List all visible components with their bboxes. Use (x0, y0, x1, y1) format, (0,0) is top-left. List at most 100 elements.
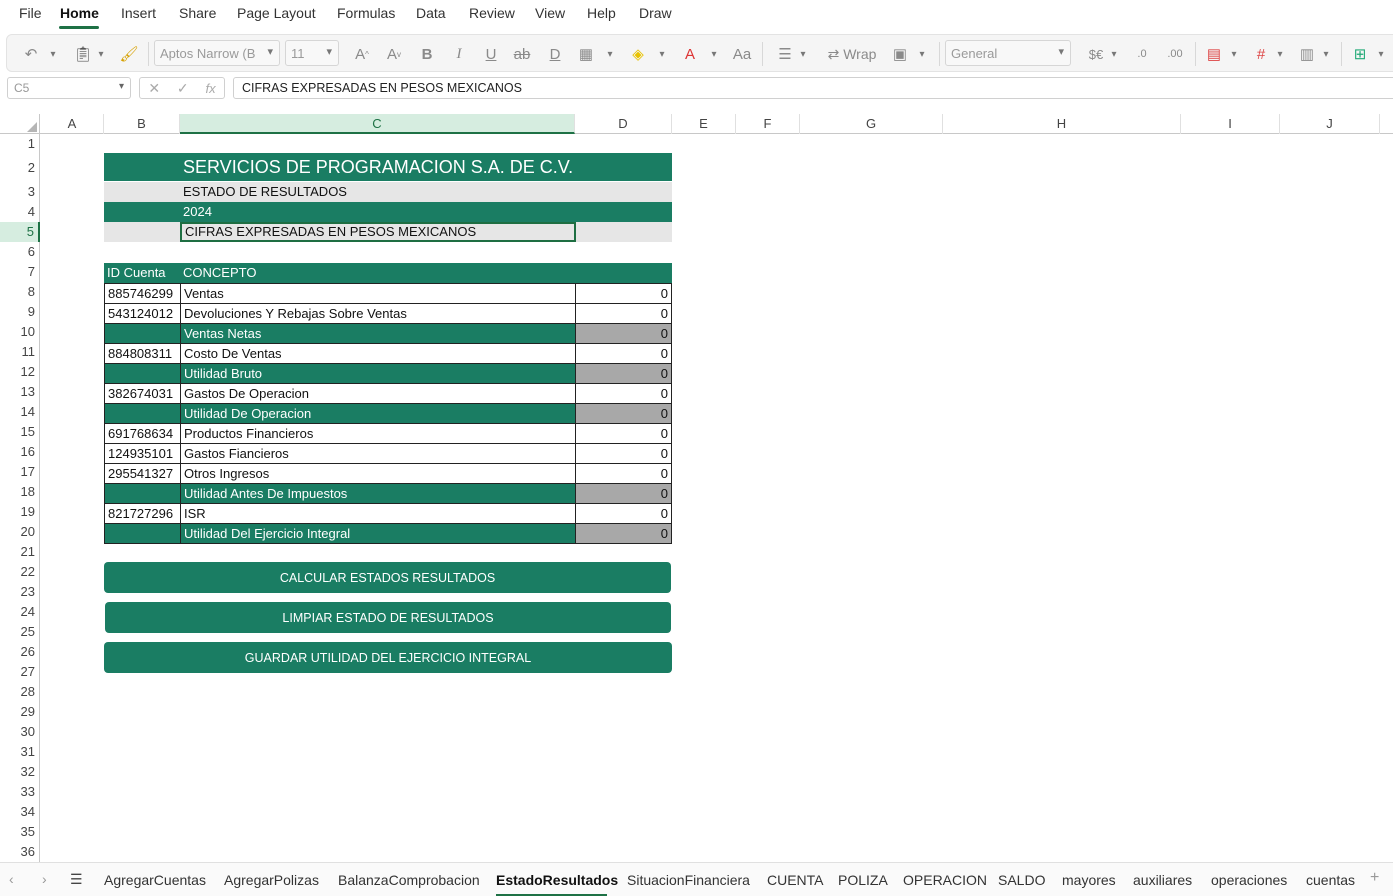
decrease-decimal-icon[interactable]: .0 (1129, 44, 1155, 64)
sheet-tab-poliza[interactable]: POLIZA (838, 872, 888, 888)
format-table-dropdown-icon[interactable]: ▾ (1274, 44, 1286, 64)
increase-decimal-icon[interactable]: .00 (1162, 44, 1188, 64)
menu-review[interactable]: Review (469, 5, 515, 21)
amount-cell[interactable]: 0 (575, 303, 672, 324)
header-band-cell[interactable] (104, 182, 180, 202)
account-id-cell[interactable]: 543124012 (104, 303, 181, 324)
currency-icon[interactable]: $€ (1085, 44, 1107, 64)
merge-dropdown-icon[interactable]: ▾ (916, 44, 928, 64)
sheet-tab-cuentas[interactable]: cuentas (1306, 872, 1355, 888)
menu-view[interactable]: View (535, 5, 565, 21)
statement-title-cell[interactable]: ESTADO DE RESULTADOS (180, 182, 672, 202)
account-id-cell[interactable] (104, 523, 181, 544)
row-header[interactable]: 30 (0, 722, 40, 742)
font-size-select[interactable]: 11 ▾ (285, 40, 339, 66)
row-header[interactable]: 32 (0, 762, 40, 782)
subtotal-concept-cell[interactable]: Ventas Netas (180, 323, 576, 344)
concept-cell[interactable]: Otros Ingresos (180, 463, 576, 484)
header-band-cell[interactable] (104, 202, 180, 222)
account-id-cell[interactable]: 382674031 (104, 383, 181, 404)
insert-function-icon[interactable]: fx (205, 81, 215, 96)
row-header[interactable]: 7 (0, 262, 40, 282)
account-id-cell[interactable] (104, 403, 181, 424)
concept-cell[interactable]: Ventas (180, 283, 576, 304)
column-header[interactable]: E (672, 114, 736, 134)
menu-formulas[interactable]: Formulas (337, 5, 395, 21)
borders-icon[interactable]: ▦ (575, 44, 597, 64)
merge-icon[interactable]: ▣ (889, 44, 911, 64)
conditional-format-icon[interactable]: ▤ (1203, 44, 1225, 64)
calculate-results-button[interactable]: CALCULAR ESTADOS RESULTADOS (104, 562, 671, 593)
company-name-cell[interactable]: SERVICIOS DE PROGRAMACION S.A. DE C.V. (180, 153, 672, 181)
paste-dropdown-icon[interactable]: ▾ (95, 44, 107, 64)
add-sheet-icon[interactable]: + (1370, 869, 1379, 887)
column-header[interactable]: F (736, 114, 800, 134)
row-header[interactable]: 31 (0, 742, 40, 762)
subtotal-amount-cell[interactable]: 0 (575, 403, 672, 424)
row-header[interactable]: 27 (0, 662, 40, 682)
column-header[interactable]: B (104, 114, 180, 134)
row-header[interactable]: 25 (0, 622, 40, 642)
undo-icon[interactable]: ↶ (21, 44, 41, 64)
column-header[interactable]: H (943, 114, 1181, 134)
concepto-header[interactable]: CONCEPTO (180, 263, 672, 283)
strikethrough-icon[interactable]: ab (512, 44, 532, 64)
sheet-tab-operaciones[interactable]: operaciones (1211, 872, 1287, 888)
formula-input[interactable]: CIFRAS EXPRESADAS EN PESOS MEXICANOS (233, 77, 1393, 99)
subtotal-concept-cell[interactable]: Utilidad De Operacion (180, 403, 576, 424)
borders-dropdown-icon[interactable]: ▾ (604, 44, 616, 64)
column-header-selected[interactable]: C (180, 114, 575, 134)
row-header[interactable]: 6 (0, 242, 40, 262)
row-header[interactable]: 36 (0, 842, 40, 862)
account-id-cell[interactable] (104, 483, 181, 504)
account-id-cell[interactable] (104, 323, 181, 344)
cell-styles-dropdown-icon[interactable]: ▾ (1320, 44, 1332, 64)
row-header[interactable]: 23 (0, 582, 40, 602)
format-table-icon[interactable]: # (1250, 44, 1272, 64)
fill-color-icon[interactable]: ◈ (627, 44, 649, 64)
row-header[interactable]: 8 (0, 282, 40, 302)
name-box[interactable]: C5 ▾ (7, 77, 131, 99)
concept-cell[interactable]: ISR (180, 503, 576, 524)
sheet-tab-situacionfinanciera[interactable]: SituacionFinanciera (627, 872, 750, 888)
subtotal-amount-cell[interactable]: 0 (575, 363, 672, 384)
row-header[interactable]: 13 (0, 382, 40, 402)
amount-cell[interactable]: 0 (575, 503, 672, 524)
header-band-cell[interactable] (576, 222, 672, 242)
row-header[interactable]: 20 (0, 522, 40, 542)
clipboard-icon[interactable]: 📋︎ (73, 44, 93, 64)
menu-data[interactable]: Data (416, 5, 446, 21)
concept-cell[interactable]: Gastos De Operacion (180, 383, 576, 404)
row-header[interactable]: 1 (0, 134, 40, 154)
underline-icon[interactable]: U (481, 44, 501, 64)
align-icon[interactable]: ☰ (774, 44, 796, 64)
select-all-corner[interactable] (0, 114, 40, 134)
account-id-cell[interactable]: 691768634 (104, 423, 181, 444)
concept-cell[interactable]: Gastos Fiancieros (180, 443, 576, 464)
row-header[interactable]: 19 (0, 502, 40, 522)
concept-cell[interactable]: Devoluciones Y Rebajas Sobre Ventas (180, 303, 576, 324)
format-painter-icon[interactable]: 🖌︎ (119, 44, 139, 64)
row-header[interactable]: 33 (0, 782, 40, 802)
menu-draw[interactable]: Draw (639, 5, 672, 21)
account-id-cell[interactable]: 884808311 (104, 343, 181, 364)
subtotal-amount-cell[interactable]: 0 (575, 323, 672, 344)
sheet-tab-mayores[interactable]: mayores (1062, 872, 1116, 888)
row-header[interactable]: 21 (0, 542, 40, 562)
sheet-tab-agregarpolizas[interactable]: AgregarPolizas (224, 872, 319, 888)
amount-cell[interactable]: 0 (575, 443, 672, 464)
amount-cell[interactable]: 0 (575, 343, 672, 364)
sheet-tab-cuenta[interactable]: CUENTA (767, 872, 824, 888)
clear-results-button[interactable]: LIMPIAR ESTADO DE RESULTADOS (105, 602, 671, 633)
sheet-tab-agregarcuentas[interactable]: AgregarCuentas (104, 872, 206, 888)
row-header[interactable]: 11 (0, 342, 40, 362)
column-header[interactable]: A (41, 114, 104, 134)
row-header[interactable]: 35 (0, 822, 40, 842)
menu-home[interactable]: Home (60, 5, 99, 21)
cell-styles-icon[interactable]: ▥ (1296, 44, 1318, 64)
column-header[interactable]: D (575, 114, 672, 134)
row-header[interactable]: 12 (0, 362, 40, 382)
row-header[interactable]: 2 (0, 154, 40, 182)
wrap-text-button[interactable]: ⇄ Wrap (819, 44, 885, 64)
bold-icon[interactable]: B (417, 44, 437, 64)
